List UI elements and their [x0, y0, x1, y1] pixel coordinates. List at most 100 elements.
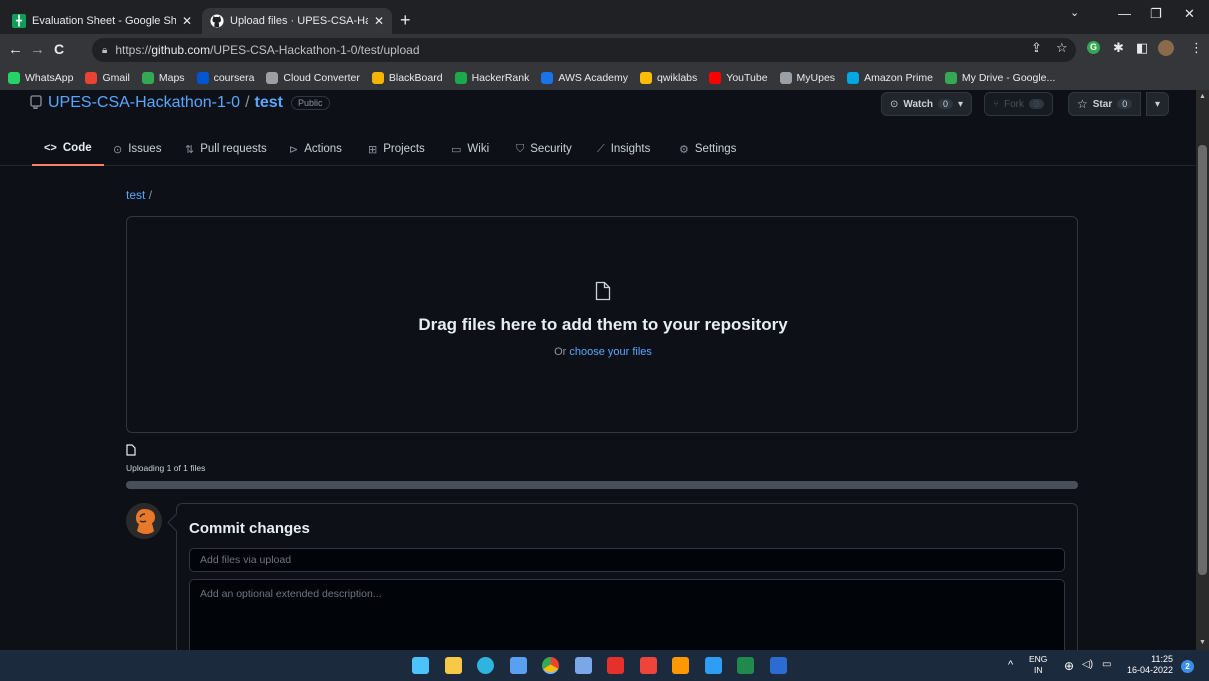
bookmark-label: My Drive - Google... [961, 72, 1056, 84]
anydesk-icon[interactable] [639, 657, 657, 674]
scroll-down-icon[interactable]: ▼ [1199, 639, 1206, 646]
issue-icon: ⊙ [113, 143, 123, 156]
reload-icon[interactable]: C [54, 41, 64, 57]
back-icon[interactable]: ← [8, 41, 23, 58]
bookmark-item[interactable]: Amazon Prime [847, 72, 933, 84]
bookmark-favicon-icon [944, 72, 957, 84]
tab-google-sheets[interactable]: ╋ Evaluation Sheet - Google Sheets ✕ [4, 8, 200, 34]
tab-pull-requests-label: Pull requests [200, 143, 267, 155]
profile-avatar[interactable] [1158, 40, 1174, 56]
notification-badge[interactable]: 2 [1181, 660, 1194, 673]
watch-button[interactable]: ⊙ Watch 0 ▾ [881, 92, 973, 116]
word-icon[interactable] [769, 657, 787, 674]
breadcrumb-repo-link[interactable]: test [126, 188, 145, 202]
network-icon[interactable]: ⊕ [1064, 659, 1074, 673]
choose-files-link[interactable]: choose your files [569, 346, 652, 358]
bookmark-item[interactable]: My Drive - Google... [944, 72, 1056, 84]
bookmark-item[interactable]: qwiklabs [640, 72, 697, 84]
url-path: /UPES-CSA-Hackathon-1-0/test/upload [210, 43, 420, 57]
bookmark-item[interactable]: AWS Academy [541, 72, 628, 84]
close-window-icon[interactable]: ✕ [1184, 6, 1195, 22]
bookmark-label: BlackBoard [388, 72, 443, 84]
breadcrumb-separator: / [148, 188, 153, 202]
acrobat-icon[interactable] [607, 657, 624, 674]
lock-icon: 🔒︎ [102, 44, 108, 56]
bookmark-favicon-icon [85, 72, 98, 84]
edge-icon[interactable] [477, 657, 494, 674]
star-button[interactable]: ☆ Star 0 [1068, 92, 1142, 116]
new-tab-button[interactable]: + [400, 10, 411, 31]
extension-g-icon[interactable]: G [1087, 41, 1100, 54]
tab-insights[interactable]: ⟋ Insights [597, 132, 650, 166]
scrollbar-thumb[interactable] [1198, 145, 1207, 575]
bookmark-item[interactable]: YouTube [709, 72, 768, 84]
breadcrumb: test / [126, 188, 152, 202]
tab-actions[interactable]: ⊳ Actions [289, 132, 342, 166]
bookmark-label: Maps [158, 72, 185, 84]
repo-separator: / [245, 94, 250, 111]
sublime-icon[interactable] [672, 657, 689, 674]
bookmark-item[interactable]: MyUpes [779, 72, 835, 84]
scroll-up-icon[interactable]: ▲ [1199, 93, 1206, 100]
tab-security[interactable]: ⛉ Security [516, 132, 572, 166]
vscode-icon[interactable] [704, 657, 722, 674]
volume-icon[interactable]: ◁) [1082, 659, 1093, 670]
file-drop-zone[interactable]: Drag files here to add them to your repo… [126, 216, 1078, 433]
tab-actions-label: Actions [304, 143, 342, 155]
chrome-icon[interactable] [542, 657, 559, 674]
language-indicator[interactable]: ENG IN [1029, 654, 1047, 676]
star-lists-dropdown[interactable]: ▾ [1146, 92, 1170, 116]
tab-strip: ╋ Evaluation Sheet - Google Sheets ✕ Upl… [0, 0, 1209, 34]
tab-projects[interactable]: ⊞ Projects [368, 132, 425, 166]
table-icon: ⊞ [368, 143, 378, 156]
bookmark-label: Cloud Converter [283, 72, 360, 84]
fork-label: Fork [1004, 98, 1024, 110]
bookmark-item[interactable]: Cloud Converter [266, 72, 360, 84]
battery-icon[interactable]: ▭ [1102, 659, 1111, 670]
tab-search-icon[interactable]: ⌄ [1070, 6, 1079, 19]
side-panel-icon[interactable]: ◧ [1136, 40, 1148, 56]
file-explorer-icon[interactable] [444, 657, 462, 674]
bookmark-star-icon[interactable]: ☆ [1056, 40, 1068, 56]
bookmark-item[interactable]: HackerRank [454, 72, 529, 84]
extensions-puzzle-icon[interactable]: ✱ [1113, 40, 1124, 56]
menu-kebab-icon[interactable]: ⋮ [1190, 40, 1203, 56]
bookmark-item[interactable]: Maps [141, 72, 185, 84]
share-icon[interactable]: ⇪ [1031, 40, 1042, 56]
fork-button[interactable]: ⑂ Fork 0 [984, 92, 1054, 116]
chevron-up-icon[interactable]: ^ [1008, 659, 1013, 671]
tab-close-icon[interactable]: ✕ [182, 14, 192, 28]
commit-description-textarea[interactable] [189, 579, 1065, 650]
avatar[interactable] [126, 503, 162, 539]
excel-icon[interactable] [737, 657, 754, 674]
tab-wiki[interactable]: ▭ Wiki [451, 132, 489, 166]
visibility-badge: Public [290, 96, 330, 110]
restore-icon[interactable]: ❐ [1150, 6, 1162, 22]
repo-owner-link[interactable]: UPES-CSA-Hackathon-1-0 [48, 94, 240, 112]
github-page: UPES-CSA-Hackathon-1-0 / test Public ⊙ W… [0, 90, 1196, 650]
tab-close-icon[interactable]: ✕ [374, 14, 384, 28]
bookmark-item[interactable]: Gmail [85, 72, 130, 84]
system-clock[interactable]: 11:25 16-04-2022 [1123, 654, 1173, 676]
page-scrollbar[interactable]: ▲ ▼ [1196, 90, 1209, 650]
address-bar[interactable]: 🔒︎ https://github.com/UPES-CSA-Hackathon… [92, 38, 1076, 62]
code-icon: <> [44, 142, 57, 154]
fork-count: 0 [1029, 99, 1045, 109]
store-icon[interactable] [509, 657, 527, 674]
clock-time: 11:25 [1151, 654, 1173, 664]
tab-code[interactable]: <> Code [32, 132, 104, 166]
start-icon[interactable] [412, 657, 429, 674]
uploading-file-icon [126, 444, 136, 456]
bookmark-item[interactable]: coursera [196, 72, 254, 84]
repo-name-link[interactable]: test [255, 94, 283, 112]
forward-icon[interactable]: → [30, 41, 45, 58]
minimize-icon[interactable]: — [1118, 6, 1131, 21]
bookmark-item[interactable]: WhatsApp [8, 72, 73, 84]
commit-summary-input[interactable] [189, 548, 1065, 572]
bookmark-item[interactable]: BlackBoard [371, 72, 443, 84]
app-icon[interactable] [574, 657, 592, 674]
tab-pull-requests[interactable]: ⇅ Pull requests [185, 132, 267, 166]
tab-issues[interactable]: ⊙ Issues [113, 132, 161, 166]
tab-settings[interactable]: ⚙ Settings [679, 132, 736, 166]
tab-github-upload[interactable]: Upload files · UPES-CSA-Hackath ✕ [202, 8, 392, 34]
